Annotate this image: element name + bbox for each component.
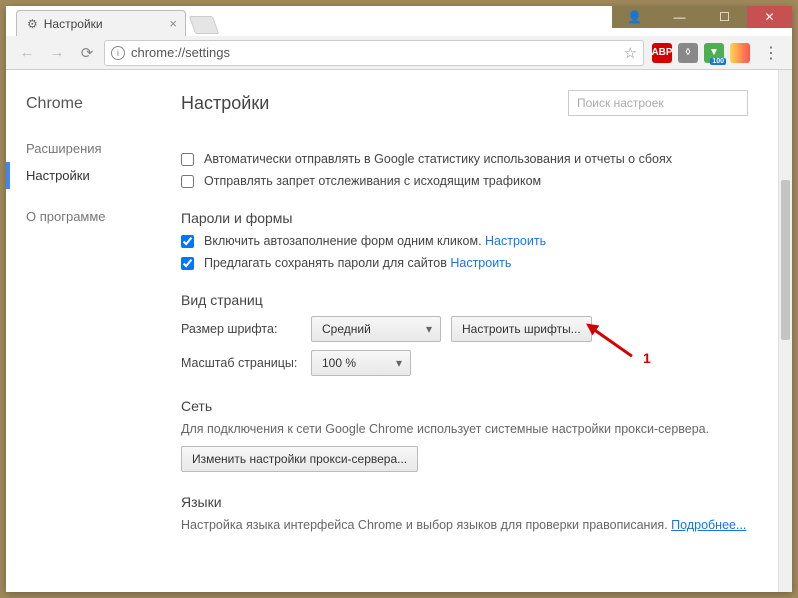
zoom-select[interactable]: 100 % bbox=[311, 350, 411, 376]
menu-button[interactable]: ⋮ bbox=[758, 43, 784, 63]
section-network: Сеть bbox=[181, 398, 748, 414]
languages-more-link[interactable]: Подробнее... bbox=[671, 518, 746, 532]
address-bar[interactable]: i chrome://settings ☆ bbox=[104, 40, 644, 66]
zoom-row: Масштаб страницы: 100 % bbox=[181, 350, 748, 376]
section-languages: Языки bbox=[181, 494, 748, 510]
checkbox-row-autofill: Включить автозаполнение форм одним клико… bbox=[181, 234, 748, 248]
download-icon[interactable]: ▼100 bbox=[704, 43, 724, 63]
maximize-button[interactable]: ☐ bbox=[702, 6, 747, 28]
close-tab-icon[interactable]: × bbox=[169, 16, 177, 31]
minimize-button[interactable]: — bbox=[657, 6, 702, 28]
search-input[interactable]: Поиск настроек bbox=[568, 90, 748, 116]
checkbox-row-save-passwords: Предлагать сохранять пароли для сайтов Н… bbox=[181, 256, 748, 270]
reload-button[interactable]: ⟳ bbox=[74, 40, 100, 66]
main-panel: Настройки Поиск настроек Автоматически о… bbox=[161, 70, 778, 592]
abp-icon[interactable]: ABP bbox=[652, 43, 672, 63]
autofill-checkbox[interactable] bbox=[181, 235, 194, 248]
user-icon[interactable]: 👤 bbox=[612, 6, 657, 28]
section-appearance: Вид страниц bbox=[181, 292, 748, 308]
close-window-button[interactable]: ✕ bbox=[747, 6, 792, 28]
stats-checkbox[interactable] bbox=[181, 153, 194, 166]
font-size-select[interactable]: Средний bbox=[311, 316, 441, 342]
shield-icon[interactable]: ◊ bbox=[678, 43, 698, 63]
scroll-thumb[interactable] bbox=[781, 180, 790, 340]
window-controls: 👤 — ☐ ✕ bbox=[612, 6, 792, 28]
languages-desc: Настройка языка интерфейса Chrome и выбо… bbox=[181, 518, 748, 532]
tab-title: Настройки bbox=[44, 17, 103, 31]
sidebar-item-settings[interactable]: Настройки bbox=[6, 162, 161, 189]
autofill-configure-link[interactable]: Настроить bbox=[485, 234, 546, 248]
browser-window: ⚙ Настройки × 👤 — ☐ ✕ ← → ⟳ i chrome://s… bbox=[6, 6, 792, 592]
content: Chrome Расширения Настройки О программе … bbox=[6, 70, 792, 592]
tab-settings[interactable]: ⚙ Настройки × bbox=[16, 10, 186, 36]
dnt-checkbox[interactable] bbox=[181, 175, 194, 188]
sidebar-item-about[interactable]: О программе bbox=[26, 203, 161, 230]
zoom-label: Масштаб страницы: bbox=[181, 356, 301, 370]
font-size-row: Размер шрифта: Средний Настроить шрифты.… bbox=[181, 316, 748, 342]
gear-icon: ⚙ bbox=[27, 17, 38, 31]
sidebar-brand: Chrome bbox=[26, 95, 161, 113]
back-button[interactable]: ← bbox=[14, 40, 40, 66]
url-text: chrome://settings bbox=[131, 45, 230, 60]
dnt-label: Отправлять запрет отслеживания с исходящ… bbox=[204, 174, 541, 188]
stats-label: Автоматически отправлять в Google статис… bbox=[204, 152, 672, 166]
tabstrip: ⚙ Настройки × bbox=[6, 6, 216, 36]
proxy-settings-button[interactable]: Изменить настройки прокси-сервера... bbox=[181, 446, 418, 472]
sidebar-item-extensions[interactable]: Расширения bbox=[26, 135, 161, 162]
truncated-row bbox=[181, 130, 748, 144]
network-desc: Для подключения к сети Google Chrome исп… bbox=[181, 422, 748, 436]
new-tab-button[interactable] bbox=[189, 16, 220, 34]
checkbox-row-dnt: Отправлять запрет отслеживания с исходящ… bbox=[181, 174, 748, 188]
scrollbar[interactable] bbox=[778, 70, 792, 592]
checkbox-row-stats: Автоматически отправлять в Google статис… bbox=[181, 152, 748, 166]
main-header: Настройки Поиск настроек bbox=[181, 90, 748, 116]
sidebar: Chrome Расширения Настройки О программе bbox=[6, 70, 161, 592]
font-size-label: Размер шрифта: bbox=[181, 322, 301, 336]
section-passwords: Пароли и формы bbox=[181, 210, 748, 226]
extension-icons: ABP ◊ ▼100 bbox=[648, 43, 754, 63]
autofill-label: Включить автозаполнение форм одним клико… bbox=[204, 234, 482, 248]
save-passwords-label: Предлагать сохранять пароли для сайтов bbox=[204, 256, 447, 270]
bookmark-star-icon[interactable]: ☆ bbox=[624, 44, 637, 62]
save-passwords-configure-link[interactable]: Настроить bbox=[450, 256, 511, 270]
titlebar: ⚙ Настройки × 👤 — ☐ ✕ bbox=[6, 6, 792, 36]
bookmark-flag-icon[interactable] bbox=[730, 43, 750, 63]
customize-fonts-button[interactable]: Настроить шрифты... bbox=[451, 316, 592, 342]
info-icon[interactable]: i bbox=[111, 46, 125, 60]
save-passwords-checkbox[interactable] bbox=[181, 257, 194, 270]
page-title: Настройки bbox=[181, 93, 269, 114]
toolbar: ← → ⟳ i chrome://settings ☆ ABP ◊ ▼100 ⋮ bbox=[6, 36, 792, 70]
forward-button[interactable]: → bbox=[44, 40, 70, 66]
